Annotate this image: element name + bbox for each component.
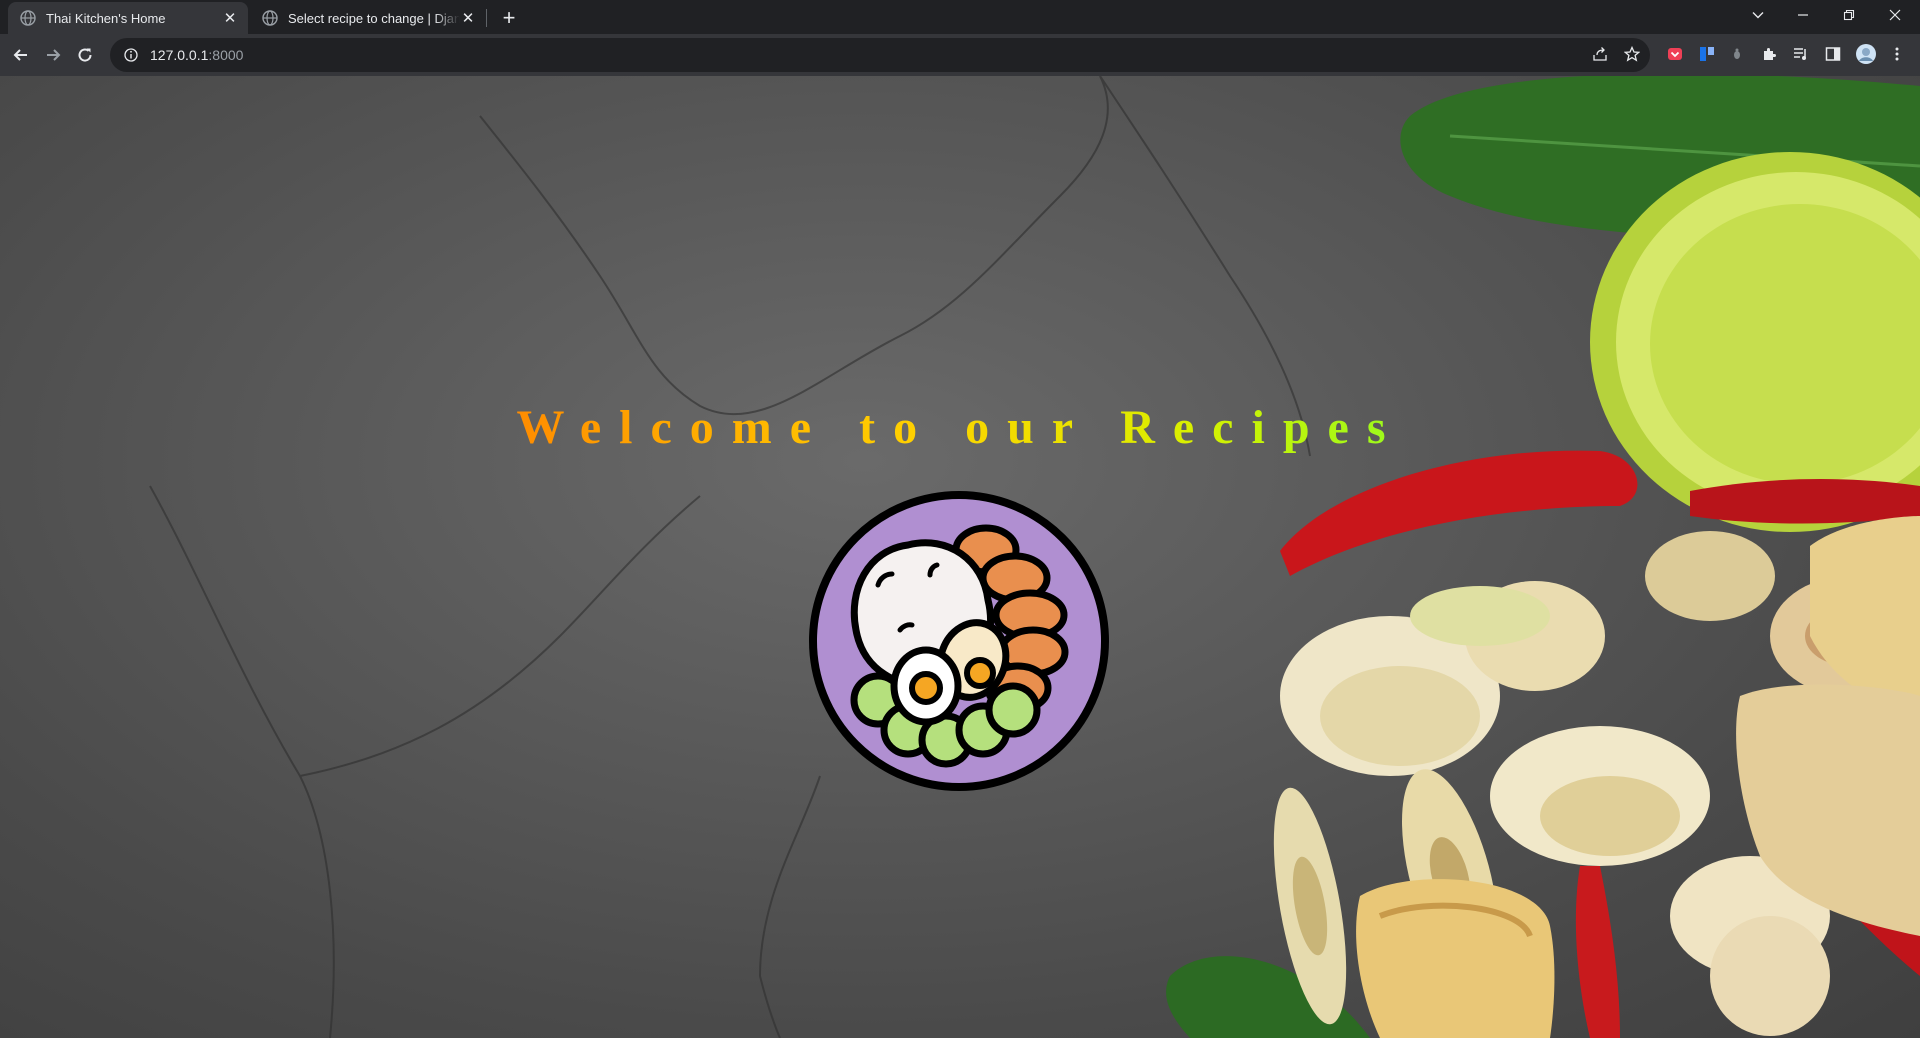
share-icon xyxy=(1593,47,1607,61)
welcome-heading: Welcome to our Recipes xyxy=(0,400,1920,455)
close-window-button[interactable] xyxy=(1872,0,1918,30)
restore-icon xyxy=(1843,9,1855,21)
url-host: 127.0.0.1 xyxy=(150,47,209,63)
site-info-icon[interactable] xyxy=(120,44,142,66)
star-icon xyxy=(1624,46,1640,62)
more-vertical-icon xyxy=(1895,47,1899,61)
address-bar[interactable]: 127.0.0.1:8000 xyxy=(110,38,1650,72)
puzzle-icon xyxy=(1764,48,1776,60)
bookmark-button[interactable] xyxy=(1620,42,1644,66)
url-text: 127.0.0.1:8000 xyxy=(150,47,243,63)
side-panel-button[interactable] xyxy=(1822,43,1844,65)
avatar-icon xyxy=(1856,44,1876,64)
reload-icon xyxy=(78,48,92,62)
trello-icon xyxy=(1700,47,1714,61)
profile-avatar[interactable] xyxy=(1855,43,1877,65)
tab-django-admin[interactable]: Select recipe to change | Django site ad… xyxy=(250,2,486,34)
media-button[interactable] xyxy=(1790,43,1812,65)
browser-toolbar: 127.0.0.1:8000 xyxy=(0,34,1920,76)
arrow-left-icon xyxy=(13,49,27,61)
pocket-extension-button[interactable] xyxy=(1664,43,1686,65)
extensions-button[interactable] xyxy=(1758,43,1780,65)
tab-thai-kitchen-home[interactable]: Thai Kitchen's Home ✕ xyxy=(8,2,248,34)
new-tab-button[interactable]: + xyxy=(496,5,522,31)
page-content: Welcome to our Recipes xyxy=(0,76,1920,1038)
media-queue-icon xyxy=(1794,48,1806,60)
back-button[interactable] xyxy=(6,40,36,70)
tab-title: Select recipe to change | Django site ad… xyxy=(288,10,460,26)
close-icon xyxy=(1889,9,1901,21)
forward-button[interactable] xyxy=(38,40,68,70)
chrome-menu-button[interactable] xyxy=(1886,43,1908,65)
pocket-icon xyxy=(1668,48,1682,60)
tab-search-button[interactable] xyxy=(1735,0,1781,30)
close-tab-icon[interactable]: ✕ xyxy=(222,10,238,27)
arrow-right-icon xyxy=(47,49,61,61)
share-button[interactable] xyxy=(1588,42,1612,66)
globe-icon xyxy=(262,10,278,26)
dim-extension-button[interactable] xyxy=(1726,43,1748,65)
thai-herbs-illustration xyxy=(1166,76,1920,1038)
reload-button[interactable] xyxy=(70,40,100,70)
chevron-down-icon xyxy=(1752,12,1764,19)
minimize-icon xyxy=(1798,14,1808,16)
close-tab-icon[interactable]: ✕ xyxy=(460,10,476,27)
thai-rice-plate-icon xyxy=(809,491,1109,791)
globe-icon xyxy=(20,10,36,26)
tab-title: Thai Kitchen's Home xyxy=(46,10,166,26)
url-port: :8000 xyxy=(208,47,244,63)
tab-strip: Thai Kitchen's Home ✕ Select recipe to c… xyxy=(0,0,1920,34)
tab-separator xyxy=(486,9,487,27)
restore-button[interactable] xyxy=(1826,0,1872,30)
trello-extension-button[interactable] xyxy=(1696,43,1718,65)
extension-dot-icon xyxy=(1734,48,1740,59)
side-panel-icon xyxy=(1825,47,1841,61)
minimize-button[interactable] xyxy=(1780,0,1826,30)
